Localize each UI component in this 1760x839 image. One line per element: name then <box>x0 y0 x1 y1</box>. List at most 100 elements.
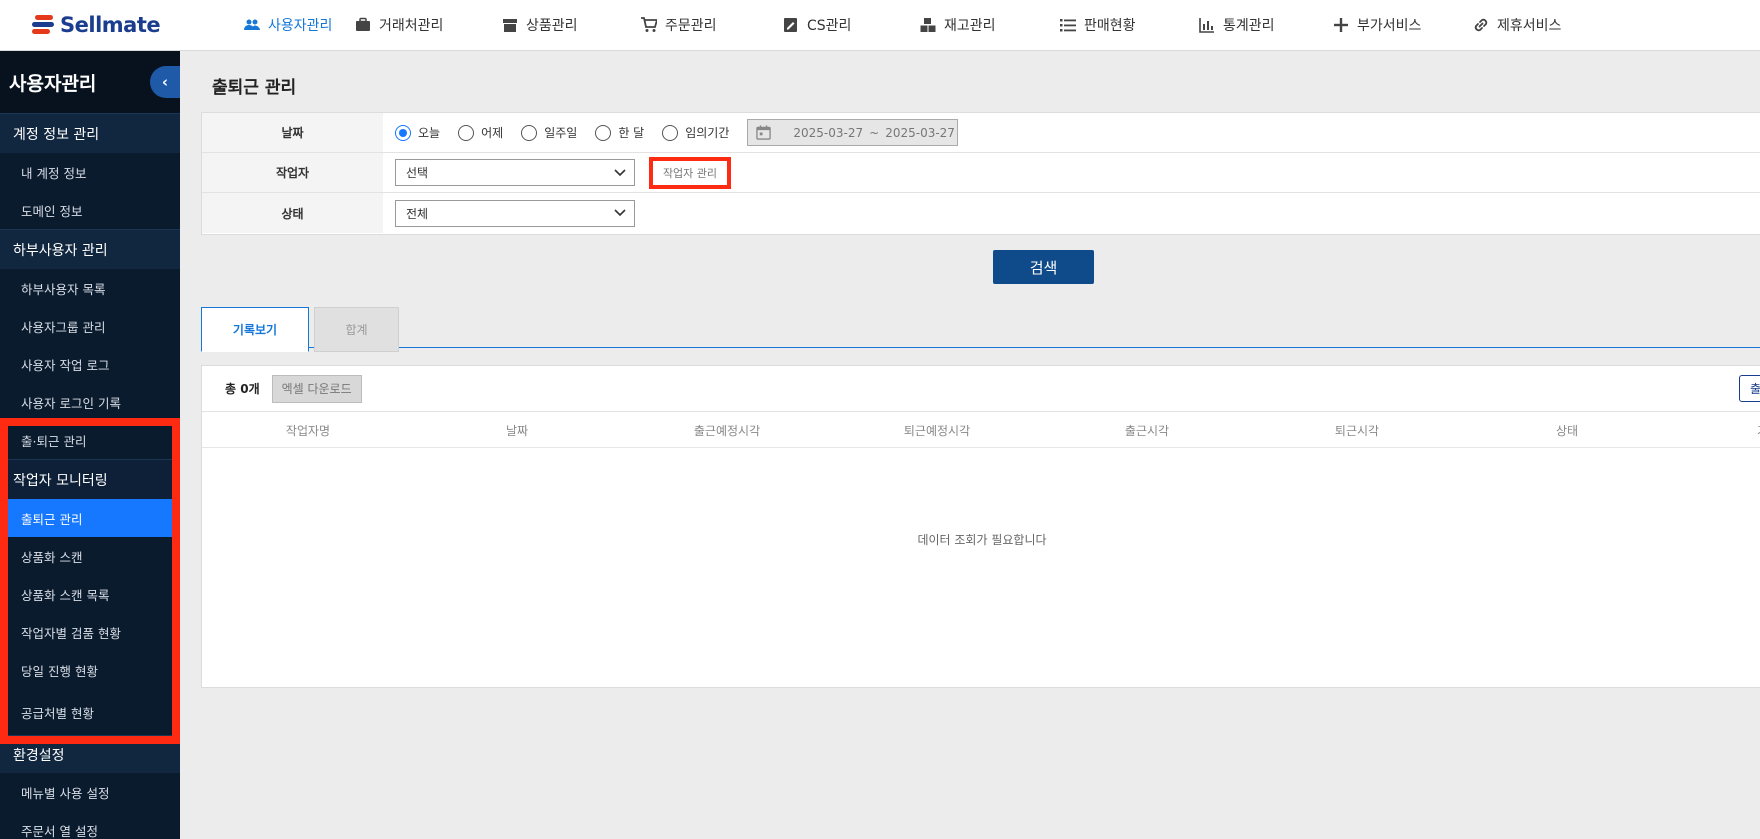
tab-bar: 기록보기 합계 <box>201 307 1760 352</box>
radio-label: 오늘 <box>418 126 441 140</box>
sidebar-item-inspection-status[interactable]: 작업자별 검품 현황 <box>8 613 172 651</box>
menu-product-management[interactable]: 상품관리 <box>502 0 641 51</box>
clock-in-button[interactable]: 출근 <box>1739 375 1760 402</box>
result-panel: 총 0개 엑셀 다운로드 출근 작업자명 날짜 출근예정시각 퇴근예정시각 출근… <box>201 365 1760 688</box>
menu-label: 상품관리 <box>526 18 578 34</box>
brand-name: Sellmate <box>60 13 161 37</box>
sidebar-item-supplier-status[interactable]: 공급처별 현황 <box>8 689 172 735</box>
sidebar-item-subuser-list[interactable]: 하부사용자 목록 <box>0 269 180 307</box>
radio-custom-period[interactable]: 임의기간 <box>662 124 729 141</box>
sidebar-item-user-work-log[interactable]: 사용자 작업 로그 <box>0 345 180 383</box>
sidebar-group-subusers[interactable]: 하부사용자 관리 <box>0 229 180 269</box>
radio-yesterday[interactable]: 어제 <box>458 124 503 141</box>
sidebar: 사용자관리 ‹ 계정 정보 관리 내 계정 정보 도메인 정보 하부사용자 관리… <box>0 51 180 839</box>
worker-manage-button[interactable]: 작업자 관리 <box>649 156 731 189</box>
sidebar-title: 사용자관리 <box>9 72 97 95</box>
filter-label: 작업자 <box>202 153 383 192</box>
menu-label: 제휴서비스 <box>1497 18 1562 34</box>
sidebar-item-daily-progress[interactable]: 당일 진행 현황 <box>8 651 172 689</box>
menu-label: 사용자관리 <box>268 18 333 34</box>
link-icon <box>1474 18 1488 32</box>
bar-chart-icon <box>1199 18 1214 33</box>
worker-select[interactable]: 선택 <box>395 159 635 186</box>
logo[interactable]: Sellmate <box>0 0 180 51</box>
users-icon <box>244 19 260 30</box>
menu-label: 부가서비스 <box>1357 18 1422 34</box>
list-icon <box>1060 19 1076 32</box>
radio-label: 일주일 <box>544 126 578 140</box>
sidebar-collapse-button[interactable]: ‹ <box>150 66 180 98</box>
sidebar-item-attendance-management[interactable]: 출퇴근 관리 <box>8 499 172 537</box>
radio-circle <box>595 124 612 141</box>
filter-label: 상태 <box>202 193 383 233</box>
briefcase-icon <box>356 17 370 31</box>
result-toolbar: 총 0개 엑셀 다운로드 출근 <box>202 366 1760 412</box>
sidebar-item-menu-usage-settings[interactable]: 메뉴별 사용 설정 <box>0 773 180 811</box>
sidebar-group-settings[interactable]: 환경설정 <box>0 735 180 773</box>
menu-sales-status[interactable]: 판매현황 <box>1060 0 1199 51</box>
sidebar-item-my-account[interactable]: 내 계정 정보 <box>0 153 180 191</box>
chevron-left-icon: ‹ <box>161 73 169 91</box>
column-header: 출근예정시각 <box>693 423 761 438</box>
tab-summary[interactable]: 합계 <box>314 307 399 352</box>
radio-week[interactable]: 일주일 <box>521 124 577 141</box>
menu-label: 거래처관리 <box>379 18 444 34</box>
menu-inventory-management[interactable]: 재고관리 <box>920 0 1060 51</box>
menu-label: 주문관리 <box>665 18 717 34</box>
box-icon <box>503 19 517 32</box>
sidebar-item-order-column-settings[interactable]: 주문서 열 설정 <box>0 811 180 839</box>
sidebar-item-product-scan-list[interactable]: 상품화 스캔 목록 <box>8 575 172 613</box>
sidebar-group-worker-monitoring[interactable]: 작업자 모니터링 <box>0 459 180 499</box>
sellmate-logo-icon <box>32 14 54 36</box>
menu-label: 재고관리 <box>944 18 996 34</box>
menu-user-management[interactable]: 사용자관리 <box>212 0 355 51</box>
menu-label: 판매현황 <box>1084 18 1136 34</box>
chevron-down-icon <box>614 209 626 217</box>
radio-label: 한 달 <box>618 126 645 140</box>
sidebar-group-account[interactable]: 계정 정보 관리 <box>0 113 180 153</box>
total-count: 총 0개 <box>225 382 260 396</box>
menu-statistics[interactable]: 통계관리 <box>1199 0 1333 51</box>
select-value: 전체 <box>406 206 429 221</box>
status-select[interactable]: 전체 <box>395 199 635 227</box>
column-header: 날짜 <box>505 423 529 438</box>
sidebar-item-user-groups[interactable]: 사용자그룹 관리 <box>0 307 180 345</box>
sidebar-item-domain[interactable]: 도메인 정보 <box>0 191 180 229</box>
radio-month[interactable]: 한 달 <box>595 124 644 141</box>
menu-partner-management[interactable]: 거래처관리 <box>355 0 502 51</box>
top-navbar: Sellmate 사용자관리 거래처관리 상품관리 주문관리 CS관리 재고관리 <box>0 0 1760 51</box>
sidebar-item-user-login-history[interactable]: 사용자 로그인 기록 <box>0 383 180 421</box>
radio-circle <box>395 124 411 141</box>
date-to: 2025-03-27 <box>885 125 955 140</box>
sidebar-item-product-scan[interactable]: 상품화 스캔 <box>8 537 172 575</box>
main-menu: 사용자관리 거래처관리 상품관리 주문관리 CS관리 재고관리 판매현황 통계관… <box>212 0 1603 51</box>
date-separator: ~ <box>869 125 880 140</box>
date-from: 2025-03-27 <box>793 125 864 140</box>
menu-order-management[interactable]: 주문관리 <box>641 0 783 51</box>
menu-label: 통계관리 <box>1223 18 1275 34</box>
page-title: 출퇴근 관리 <box>212 78 297 98</box>
filter-row-status: 상태 전체 <box>202 193 1760 233</box>
filter-row-date: 날짜 오늘 어제 일주일 한 달 임의기간 2025-03-27 ~ 2025-… <box>202 113 1760 153</box>
filter-label: 날짜 <box>202 113 383 152</box>
cart-icon <box>641 17 657 32</box>
plus-icon <box>1334 18 1348 32</box>
column-header: 퇴근시각 <box>1334 423 1380 438</box>
main-content: 출퇴근 관리 날짜 오늘 어제 일주일 한 달 임의기간 2025-03-27 … <box>180 51 1760 839</box>
menu-addon-services[interactable]: 부가서비스 <box>1333 0 1473 51</box>
radio-label: 임의기간 <box>685 126 730 140</box>
menu-cs-management[interactable]: CS관리 <box>783 0 920 51</box>
select-value: 선택 <box>406 166 429 180</box>
search-button[interactable]: 검색 <box>993 250 1094 284</box>
filter-row-worker: 작업자 선택 작업자 관리 <box>202 153 1760 193</box>
tab-records[interactable]: 기록보기 <box>201 307 309 352</box>
edit-note-icon <box>784 18 797 32</box>
menu-partnership-services[interactable]: 제휴서비스 <box>1473 0 1603 51</box>
excel-download-button[interactable]: 엑셀 다운로드 <box>271 374 362 403</box>
radio-label: 어제 <box>481 126 504 140</box>
sidebar-item-attendance[interactable]: 출·퇴근 관리 <box>0 421 180 459</box>
date-range-input[interactable]: 2025-03-27 ~ 2025-03-27 <box>747 119 959 146</box>
radio-today[interactable]: 오늘 <box>395 124 440 141</box>
column-header: 출근시각 <box>1124 423 1170 438</box>
empty-state-message: 데이터 조회가 필요합니다 <box>917 533 1047 547</box>
